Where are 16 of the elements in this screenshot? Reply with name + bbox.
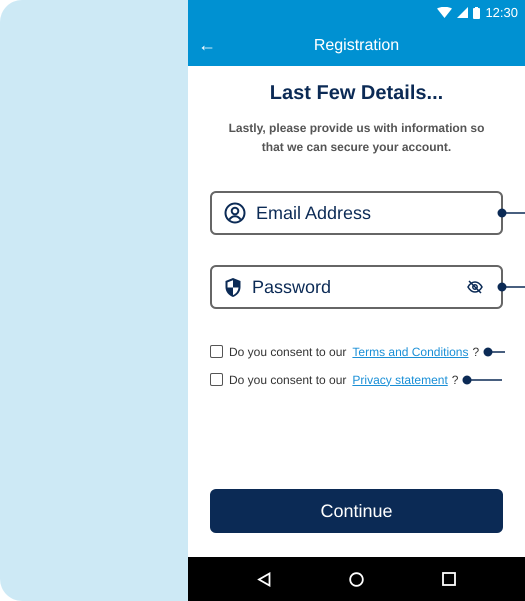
screen-title: Registration xyxy=(312,36,400,54)
question-mark: ? xyxy=(472,344,480,358)
page-heading: Last Few Details... xyxy=(268,82,444,105)
consent-link[interactable]: Terms and Conditions xyxy=(352,344,468,358)
consent-text: Do you consent to our xyxy=(229,344,346,358)
back-icon[interactable]: ← xyxy=(198,35,220,56)
clock-time: 12:30 xyxy=(485,5,518,20)
question-mark: ? xyxy=(452,372,458,386)
email-field[interactable]: Email Address xyxy=(210,191,503,235)
intro-text: Lastly, please provide us with information so that we can secure your account. xyxy=(228,120,485,156)
consent-link[interactable]: Privacy statement xyxy=(352,372,448,386)
continue-button[interactable]: Continue xyxy=(210,489,503,533)
consent-text: Do you consent to our xyxy=(229,372,346,386)
password-field[interactable]: Password xyxy=(210,265,503,309)
field-placeholder: Password xyxy=(252,276,332,298)
field-placeholder: Email Address xyxy=(256,202,372,224)
